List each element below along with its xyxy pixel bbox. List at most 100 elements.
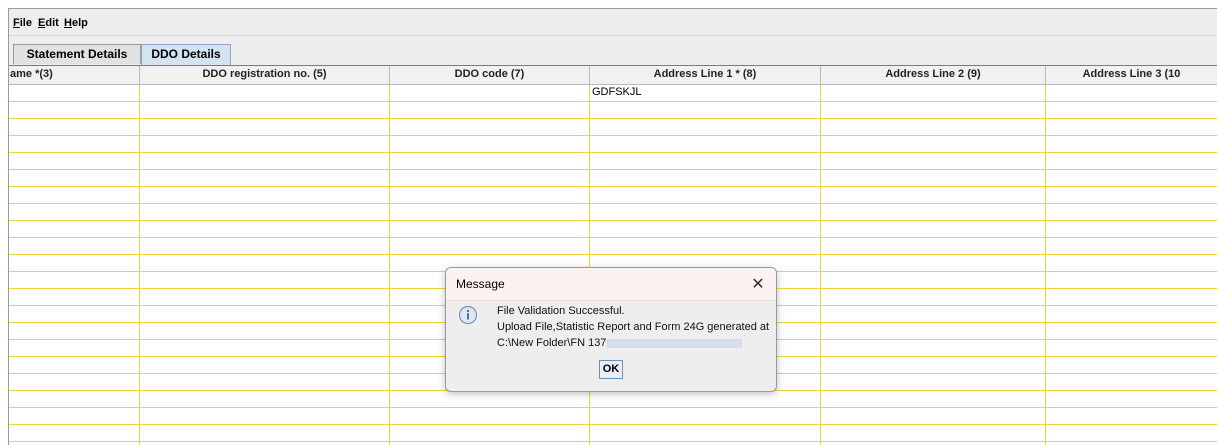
table-cell[interactable] [140,187,390,203]
menu-edit[interactable]: Edit [38,17,59,29]
column-header-address-line-2[interactable]: Address Line 2 (9) [821,66,1046,84]
table-cell[interactable] [9,187,140,203]
table-cell[interactable] [390,408,590,424]
table-row[interactable] [9,102,1217,119]
table-cell[interactable] [590,119,821,135]
table-cell[interactable] [9,272,140,288]
table-cell[interactable] [821,85,1046,101]
table-row[interactable] [9,153,1217,170]
table-cell[interactable] [590,170,821,186]
table-cell[interactable] [9,238,140,254]
table-cell[interactable] [821,323,1046,339]
table-cell[interactable] [1046,136,1217,152]
table-cell[interactable] [1046,306,1217,322]
table-cell[interactable] [821,340,1046,356]
table-cell[interactable] [821,289,1046,305]
table-cell[interactable] [9,408,140,424]
table-cell[interactable] [9,102,140,118]
table-cell[interactable] [821,170,1046,186]
table-cell[interactable] [1046,425,1217,441]
table-cell[interactable] [9,323,140,339]
table-cell[interactable] [9,391,140,407]
table-cell[interactable] [1046,340,1217,356]
table-row[interactable] [9,221,1217,238]
table-cell[interactable] [140,425,390,441]
table-cell[interactable] [390,187,590,203]
table-cell[interactable] [590,204,821,220]
table-cell[interactable] [9,85,140,101]
table-row[interactable] [9,408,1217,425]
table-cell[interactable] [140,340,390,356]
table-cell[interactable] [821,408,1046,424]
table-cell[interactable]: GDFSKJL [590,85,821,101]
table-cell[interactable] [821,187,1046,203]
table-cell[interactable] [821,272,1046,288]
table-row[interactable] [9,119,1217,136]
table-cell[interactable] [140,136,390,152]
table-cell[interactable] [390,425,590,441]
table-row[interactable] [9,136,1217,153]
table-row[interactable]: GDFSKJL [9,85,1217,102]
table-cell[interactable] [1046,187,1217,203]
table-cell[interactable] [140,221,390,237]
table-cell[interactable] [9,153,140,169]
table-cell[interactable] [821,136,1046,152]
table-cell[interactable] [1046,221,1217,237]
table-cell[interactable] [140,204,390,220]
table-row[interactable] [9,391,1217,408]
table-cell[interactable] [1046,391,1217,407]
table-cell[interactable] [140,238,390,254]
table-cell[interactable] [9,357,140,373]
table-cell[interactable] [140,289,390,305]
table-cell[interactable] [140,357,390,373]
column-header-ddo-registration-no[interactable]: DDO registration no. (5) [140,66,390,84]
table-cell[interactable] [821,255,1046,271]
table-cell[interactable] [821,204,1046,220]
table-cell[interactable] [590,153,821,169]
table-cell[interactable] [1046,204,1217,220]
table-cell[interactable] [590,408,821,424]
table-cell[interactable] [821,425,1046,441]
table-cell[interactable] [1046,85,1217,101]
table-cell[interactable] [1046,170,1217,186]
table-cell[interactable] [821,357,1046,373]
table-cell[interactable] [9,221,140,237]
table-cell[interactable] [140,408,390,424]
table-cell[interactable] [9,170,140,186]
table-cell[interactable] [1046,289,1217,305]
table-cell[interactable] [1046,119,1217,135]
table-cell[interactable] [140,102,390,118]
table-cell[interactable] [140,391,390,407]
table-cell[interactable] [390,119,590,135]
table-row[interactable] [9,187,1217,204]
table-cell[interactable] [9,340,140,356]
table-cell[interactable] [821,374,1046,390]
table-cell[interactable] [1046,408,1217,424]
table-cell[interactable] [590,187,821,203]
table-cell[interactable] [590,136,821,152]
table-cell[interactable] [390,102,590,118]
table-cell[interactable] [590,102,821,118]
table-cell[interactable] [1046,255,1217,271]
table-cell[interactable] [1046,323,1217,339]
column-header-ddo-code[interactable]: DDO code (7) [390,66,590,84]
table-row[interactable] [9,425,1217,442]
table-cell[interactable] [1046,102,1217,118]
tab-statement-details[interactable]: Statement Details [13,44,141,64]
table-cell[interactable] [590,238,821,254]
table-row[interactable] [9,238,1217,255]
table-cell[interactable] [140,255,390,271]
table-cell[interactable] [390,85,590,101]
table-cell[interactable] [390,136,590,152]
table-cell[interactable] [821,221,1046,237]
table-cell[interactable] [590,391,821,407]
menu-file[interactable]: File [13,17,32,29]
table-cell[interactable] [1046,357,1217,373]
table-cell[interactable] [390,153,590,169]
table-cell[interactable] [821,306,1046,322]
column-header-address-line-3[interactable]: Address Line 3 (10 [1046,66,1217,84]
table-cell[interactable] [140,153,390,169]
table-cell[interactable] [821,153,1046,169]
table-cell[interactable] [140,323,390,339]
table-cell[interactable] [390,204,590,220]
